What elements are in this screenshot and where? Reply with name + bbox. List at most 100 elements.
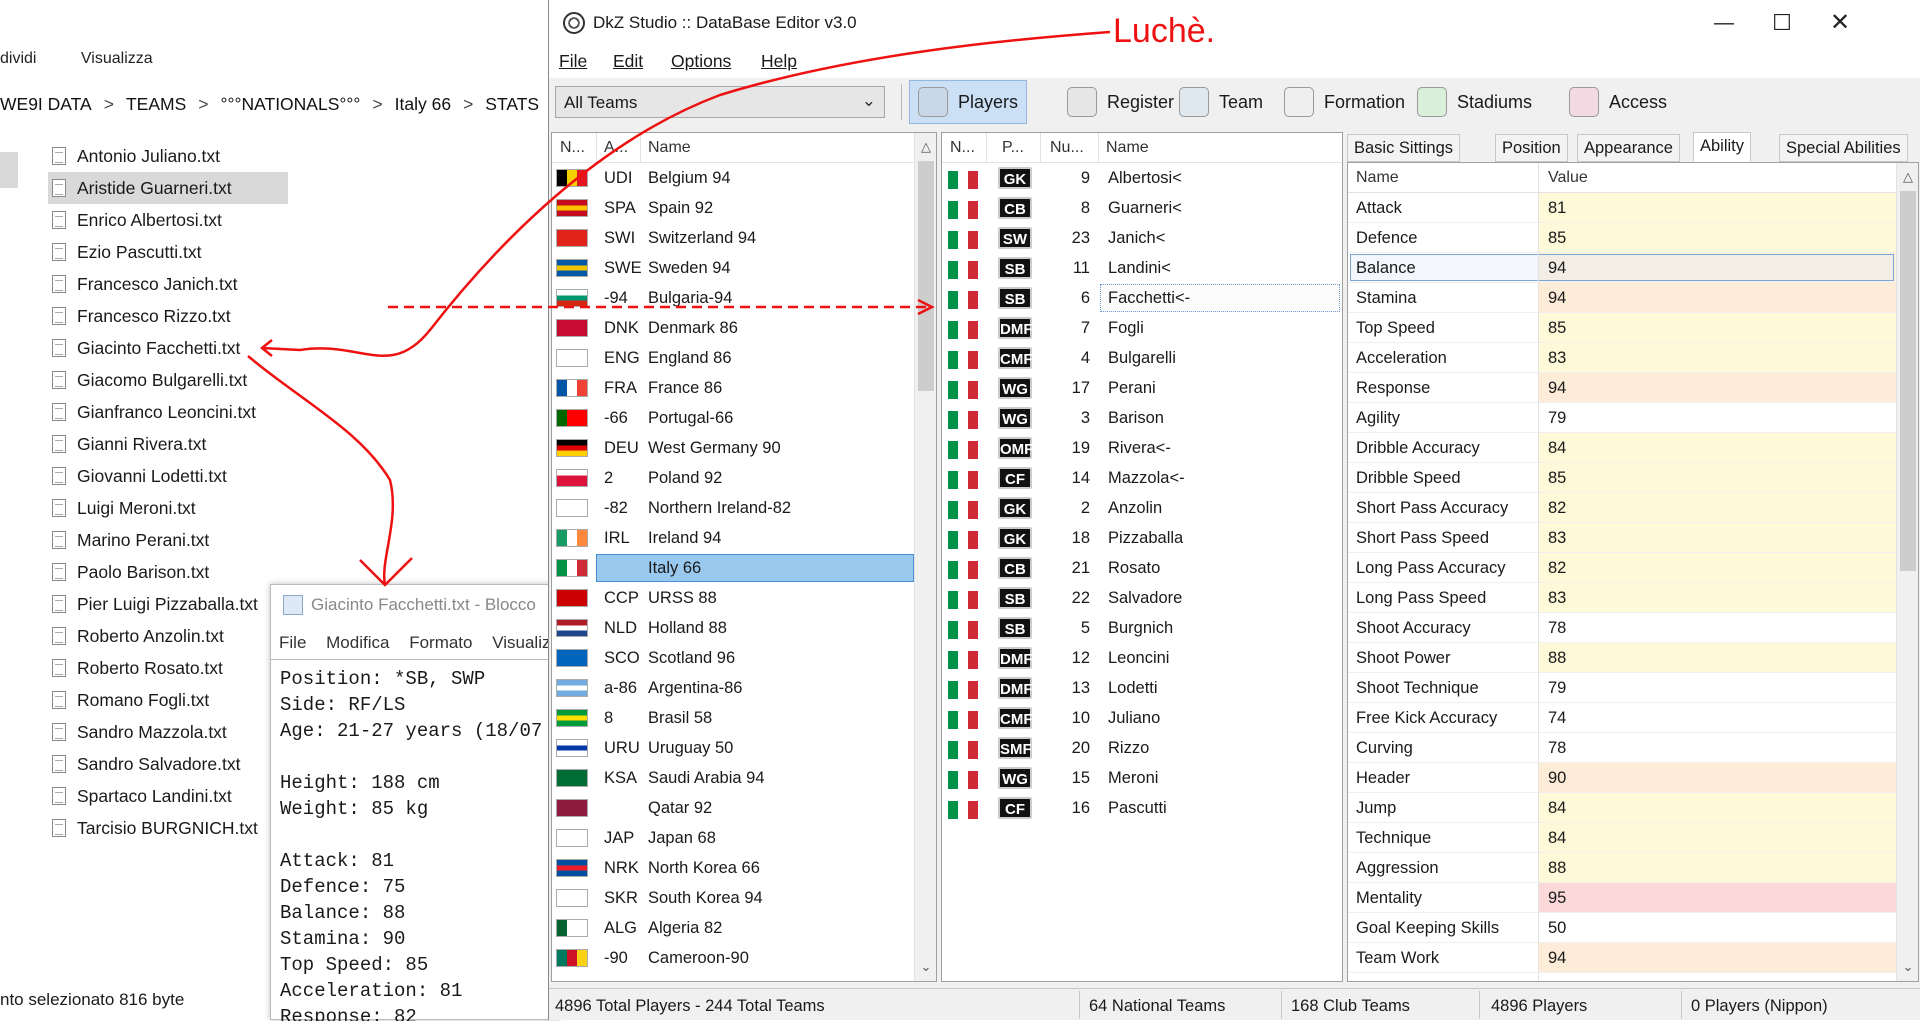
ability-col-name[interactable]: Name [1356,169,1399,187]
crumb-we9i-data[interactable]: WE9I DATA [0,94,92,114]
file-item[interactable]: Gianfranco Leoncini.txt [48,396,288,428]
table-row[interactable]: Long Pass Speed 83 [1348,583,1896,613]
table-row[interactable]: Free Kick Accuracy 74 [1348,703,1896,733]
table-row[interactable]: Curving 78 [1348,733,1896,763]
table-row[interactable]: KSA Saudi Arabia 94 [552,763,914,793]
table-row[interactable]: NRK North Korea 66 [552,853,914,883]
menu-help[interactable]: Help [761,51,797,72]
table-row[interactable]: Shoot Technique 79 [1348,673,1896,703]
ability-value[interactable]: 82 [1548,499,1566,518]
table-row[interactable]: OMF 19 Rivera<- [942,433,1342,463]
table-row[interactable]: -82 Northern Ireland-82 [552,493,914,523]
crumb-teams[interactable]: TEAMS [126,94,186,114]
menu-share[interactable]: dividi [0,50,36,67]
table-row[interactable]: Dribble Accuracy 84 [1348,433,1896,463]
ability-value[interactable]: 84 [1548,829,1566,848]
ability-value[interactable]: 85 [1548,469,1566,488]
table-row[interactable]: FRA France 86 [552,373,914,403]
players-col-number[interactable]: Nu... [1050,139,1090,157]
ability-value[interactable]: 94 [1548,289,1566,308]
column-divider[interactable] [1040,133,1041,163]
table-row[interactable]: Attack 81 [1348,193,1896,223]
table-row[interactable]: SB 6 Facchetti<- [942,283,1342,313]
table-row[interactable]: IRL Ireland 94 [552,523,914,553]
table-row[interactable]: Shoot Accuracy 78 [1348,613,1896,643]
column-divider[interactable] [1538,163,1539,193]
toolbar-stadiums-button[interactable]: Stadiums [1409,80,1540,124]
table-row[interactable]: SW 23 Janich< [942,223,1342,253]
table-row[interactable]: -94 Bulgaria-94 [552,283,914,313]
table-row[interactable]: 8 Brasil 58 [552,703,914,733]
column-divider[interactable] [640,133,641,163]
file-item[interactable]: Paolo Barison.txt [48,556,288,588]
table-row[interactable]: Dribble Speed 85 [1348,463,1896,493]
players-col-nation[interactable]: N... [950,139,986,157]
table-row[interactable]: CF 16 Pascutti [942,793,1342,823]
np-menu-edit[interactable]: Modifica [326,633,389,652]
column-divider[interactable] [1098,133,1099,163]
table-row[interactable]: SB 5 Burgnich [942,613,1342,643]
file-item[interactable]: Romano Fogli.txt [48,684,288,716]
table-row[interactable]: Aggression 88 [1348,853,1896,883]
ability-value[interactable]: 88 [1548,649,1566,668]
table-row[interactable]: SWE Sweden 94 [552,253,914,283]
ability-value[interactable]: 85 [1548,229,1566,248]
table-row[interactable]: Technique 84 [1348,823,1896,853]
table-row[interactable]: 2 Poland 92 [552,463,914,493]
tab-ability[interactable]: Ability [1693,132,1752,162]
table-row[interactable]: SKR South Korea 94 [552,883,914,913]
table-row[interactable]: DNK Denmark 86 [552,313,914,343]
ability-value[interactable]: 50 [1548,919,1566,938]
table-row[interactable]: Top Speed 85 [1348,313,1896,343]
table-row[interactable]: DMF 13 Lodetti [942,673,1342,703]
table-row[interactable]: Qatar 92 [552,793,914,823]
scroll-down-icon[interactable]: ⌄ [915,959,936,975]
ability-value[interactable]: 95 [1548,889,1566,908]
file-item[interactable]: Antonio Juliano.txt [48,140,288,172]
table-row[interactable]: -66 Portugal-66 [552,403,914,433]
players-col-name[interactable]: Name [1106,139,1149,157]
table-row[interactable]: -90 Cameroon-90 [552,943,914,973]
minimize-icon[interactable]: — [1709,8,1739,38]
players-col-position[interactable]: P... [1002,139,1038,157]
table-row[interactable]: Italy 66 [552,553,914,583]
scroll-up-icon[interactable]: △ [915,139,936,155]
menu-view[interactable]: Visualizza [81,50,153,67]
table-row[interactable]: DMF 7 Fogli [942,313,1342,343]
scroll-up-icon[interactable]: △ [1897,169,1918,185]
file-item[interactable]: Aristide Guarneri.txt [48,172,288,204]
file-item[interactable]: Giacomo Bulgarelli.txt [48,364,288,396]
table-row[interactable]: Long Pass Accuracy 82 [1348,553,1896,583]
menu-options[interactable]: Options [671,51,731,72]
file-item[interactable]: Enrico Albertosi.txt [48,204,288,236]
ability-col-value[interactable]: Value [1548,169,1588,187]
table-row[interactable]: Agility 79 [1348,403,1896,433]
ability-value[interactable]: 83 [1548,589,1566,608]
maximize-icon[interactable]: ☐ [1767,8,1797,38]
scrollbar-thumb[interactable] [1900,191,1916,571]
table-row[interactable]: Team Work 94 [1348,943,1896,973]
menu-edit[interactable]: Edit [613,51,643,72]
ability-value[interactable]: 74 [1548,709,1566,728]
file-item[interactable]: Giovanni Lodetti.txt [48,460,288,492]
table-row[interactable]: Short Pass Speed 83 [1348,523,1896,553]
team-filter-select[interactable]: All Teams ⌄ [555,86,885,118]
file-item[interactable]: Marino Perani.txt [48,524,288,556]
toolbar-team-button[interactable]: Team [1171,80,1271,124]
teams-col-flag[interactable]: N... [560,139,596,157]
ability-value[interactable]: 94 [1548,949,1566,968]
ability-value[interactable]: 81 [1548,199,1566,218]
table-row[interactable]: SCO Scotland 96 [552,643,914,673]
np-menu-file[interactable]: File [279,633,306,652]
table-row[interactable]: Shoot Power 88 [1348,643,1896,673]
table-row[interactable]: ENG England 86 [552,343,914,373]
file-item[interactable]: Giacinto Facchetti.txt [48,332,288,364]
file-item[interactable]: Roberto Anzolin.txt [48,620,288,652]
close-icon[interactable]: ✕ [1825,8,1855,38]
file-item[interactable]: Tarcisio BURGNICH.txt [48,812,288,844]
table-row[interactable]: DMF 12 Leoncini [942,643,1342,673]
table-row[interactable]: SB 22 Salvadore [942,583,1342,613]
ability-grid[interactable]: Name Value Attack 81 Defence 85 Balance 94 Sta… [1347,162,1919,982]
table-row[interactable]: Defence 85 [1348,223,1896,253]
column-divider[interactable] [986,133,987,163]
